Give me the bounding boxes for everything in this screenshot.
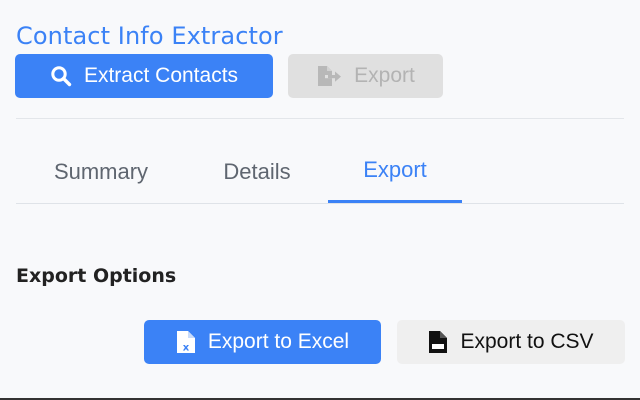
svg-text:x: x bbox=[183, 343, 190, 354]
file-csv-icon bbox=[428, 330, 448, 354]
export-csv-label: Export to CSV bbox=[460, 330, 594, 353]
tab-details[interactable]: Details bbox=[186, 140, 328, 203]
export-button-label: Export bbox=[354, 64, 415, 87]
extract-contacts-label: Extract Contacts bbox=[83, 64, 239, 87]
export-excel-button[interactable]: x Export to Excel bbox=[144, 320, 381, 364]
app-title: Contact Info Extractor bbox=[16, 22, 283, 50]
tab-bar: Summary Details Export bbox=[16, 140, 624, 204]
tab-summary[interactable]: Summary bbox=[16, 140, 186, 203]
extract-contacts-button[interactable]: Extract Contacts bbox=[15, 54, 273, 98]
file-excel-icon: x bbox=[176, 330, 196, 354]
export-button[interactable]: Export bbox=[288, 54, 443, 98]
tab-export-label: Export bbox=[363, 157, 427, 182]
search-icon bbox=[50, 65, 72, 87]
section-title: Export Options bbox=[16, 265, 177, 287]
toolbar-divider bbox=[16, 118, 624, 119]
export-excel-label: Export to Excel bbox=[207, 330, 350, 353]
tab-summary-label: Summary bbox=[53, 158, 149, 184]
tab-details-label: Details bbox=[223, 158, 291, 184]
export-csv-button[interactable]: Export to CSV bbox=[397, 320, 625, 364]
tab-export[interactable]: Export bbox=[328, 140, 462, 203]
file-export-icon bbox=[316, 65, 342, 87]
